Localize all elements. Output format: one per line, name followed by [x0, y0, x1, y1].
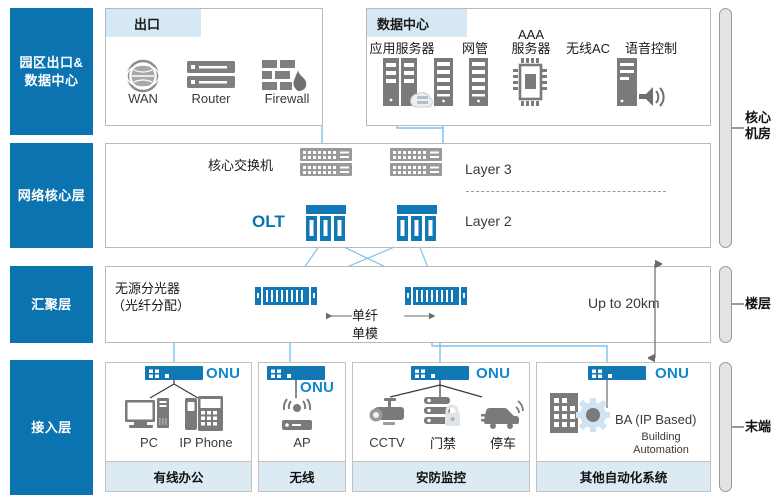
- layer-tab-core-label: 网络核心层: [17, 187, 86, 203]
- access-card-wireless-footer: 无线: [258, 462, 346, 492]
- distance-arrow: [648, 259, 662, 363]
- desktop-pc-icon: [125, 398, 169, 428]
- exit-node-wan-label: WAN: [128, 91, 158, 106]
- globe-icon: [126, 59, 160, 93]
- brace-terminal-connector: [732, 426, 744, 428]
- access-control-icon: [424, 397, 460, 426]
- fiber-label-line1: 单纤: [352, 308, 379, 323]
- access-card-security-footer-label: 安防监控: [415, 471, 466, 485]
- exit-panel-header: 出口: [106, 9, 201, 37]
- dc-node-aaa-label2: 服务器: [511, 41, 551, 56]
- brace-floor: [719, 266, 732, 343]
- datacenter-panel-header-label: 数据中心: [377, 16, 430, 32]
- brace-core-room-label-line2: 机房: [745, 126, 772, 142]
- access-device-ap-label: AP: [293, 435, 311, 450]
- optical-splitter-icon: [255, 287, 317, 305]
- access-device-parking-label: 停车: [489, 436, 516, 451]
- layer-divider: [466, 191, 666, 192]
- parking-car-icon: [481, 400, 524, 429]
- chip-icon: [513, 58, 547, 106]
- layer-tab-exit-dc-line2: 数据中心: [24, 72, 79, 88]
- network-architecture-diagram: 园区出口& 数据中心 网络核心层 汇聚层 接入层 出口 WAN Router F…: [0, 0, 780, 501]
- access-card-wireless-footer-label: 无线: [289, 471, 315, 485]
- layer-tab-agg-label: 汇聚层: [31, 296, 72, 312]
- layer2-label: Layer 2: [465, 213, 512, 229]
- olt-icon: [397, 205, 437, 241]
- voice-server-icon: [617, 58, 665, 107]
- access-device-ba-label: BA (IP Based): [615, 412, 697, 427]
- access-device-ip-phone-label: IP Phone: [179, 435, 233, 450]
- layer-tab-exit-dc-line1: 园区出口&: [19, 54, 84, 70]
- brace-floor-connector: [732, 303, 744, 305]
- access-card-automation-footer-label: 其他自动化系统: [579, 471, 668, 485]
- access-device-ba-label3: Automation: [633, 444, 689, 456]
- brace-floor-label: 楼层: [745, 296, 772, 311]
- layer-tab-exit-dc[interactable]: 园区出口& 数据中心: [10, 8, 93, 135]
- layer-tab-core[interactable]: 网络核心层: [10, 143, 93, 248]
- ip-phone-icon: [185, 396, 223, 431]
- onu-branch-wires: [295, 380, 297, 398]
- core-switch-label: 核心交换机: [208, 158, 274, 173]
- onu-icon: [145, 366, 203, 380]
- layer-tab-access-label: 接入层: [31, 419, 72, 435]
- onu-icon: [588, 366, 646, 380]
- datacenter-panel-header: 数据中心: [367, 9, 467, 37]
- core-switch-icon: [300, 148, 352, 176]
- brace-core-room-label-line1: 核心: [745, 110, 772, 125]
- olt-label: OLT: [252, 212, 285, 231]
- app-server-icon: [383, 58, 433, 108]
- access-device-cctv-label: CCTV: [369, 435, 405, 450]
- olt-icon: [306, 205, 346, 241]
- cctv-camera-icon: [369, 398, 404, 425]
- access-card-automation-footer: 其他自动化系统: [536, 462, 711, 492]
- exit-node-router-label: Router: [191, 91, 231, 106]
- fiber-label-line2: 单模: [352, 326, 379, 341]
- onu-icon: [411, 366, 469, 380]
- dc-node-wireless-ac-label: 无线AC: [565, 41, 611, 56]
- access-card-security-footer: 安防监控: [352, 462, 530, 492]
- layer-tab-access[interactable]: 接入层: [10, 360, 93, 495]
- core-switch-icon: [390, 148, 442, 176]
- access-card-wired-office-footer-label: 有线办公: [153, 471, 204, 485]
- brace-core-room: [719, 8, 732, 248]
- splitter-label-line1: 无源分光器: [115, 281, 181, 296]
- wifi-ap-icon: [282, 398, 312, 430]
- brace-core-room-label: 核心 机房: [745, 110, 771, 143]
- layer3-label: Layer 3: [465, 161, 512, 177]
- dc-node-app-server-label: 应用服务器: [369, 41, 435, 56]
- dc-node-nms-label: 网管: [461, 41, 488, 56]
- server-icon: [469, 58, 488, 106]
- dc-node-voice-label: 语音控制: [624, 41, 677, 56]
- brace-terminal-label: 末端: [745, 419, 772, 434]
- building-gear-icon: [550, 393, 610, 433]
- optical-splitter-icon: [405, 287, 467, 305]
- server-icon: [434, 58, 453, 106]
- firewall-icon: [262, 60, 307, 92]
- access-card-wired-office-footer: 有线办公: [105, 462, 252, 492]
- exit-node-firewall-label: Firewall: [264, 91, 310, 106]
- onu-label: ONU: [655, 365, 690, 382]
- onu-icon: [267, 366, 325, 380]
- exit-panel-header-label: 出口: [134, 16, 161, 32]
- access-device-door-label: 门禁: [429, 436, 456, 451]
- layer-tab-agg[interactable]: 汇聚层: [10, 266, 93, 343]
- router-icon: [187, 61, 235, 88]
- brace-core-room-connector: [732, 127, 744, 129]
- access-device-ba-label2: Building: [641, 431, 681, 443]
- splitter-label-line2: （光纤分配）: [112, 298, 191, 313]
- brace-terminal: [719, 362, 732, 492]
